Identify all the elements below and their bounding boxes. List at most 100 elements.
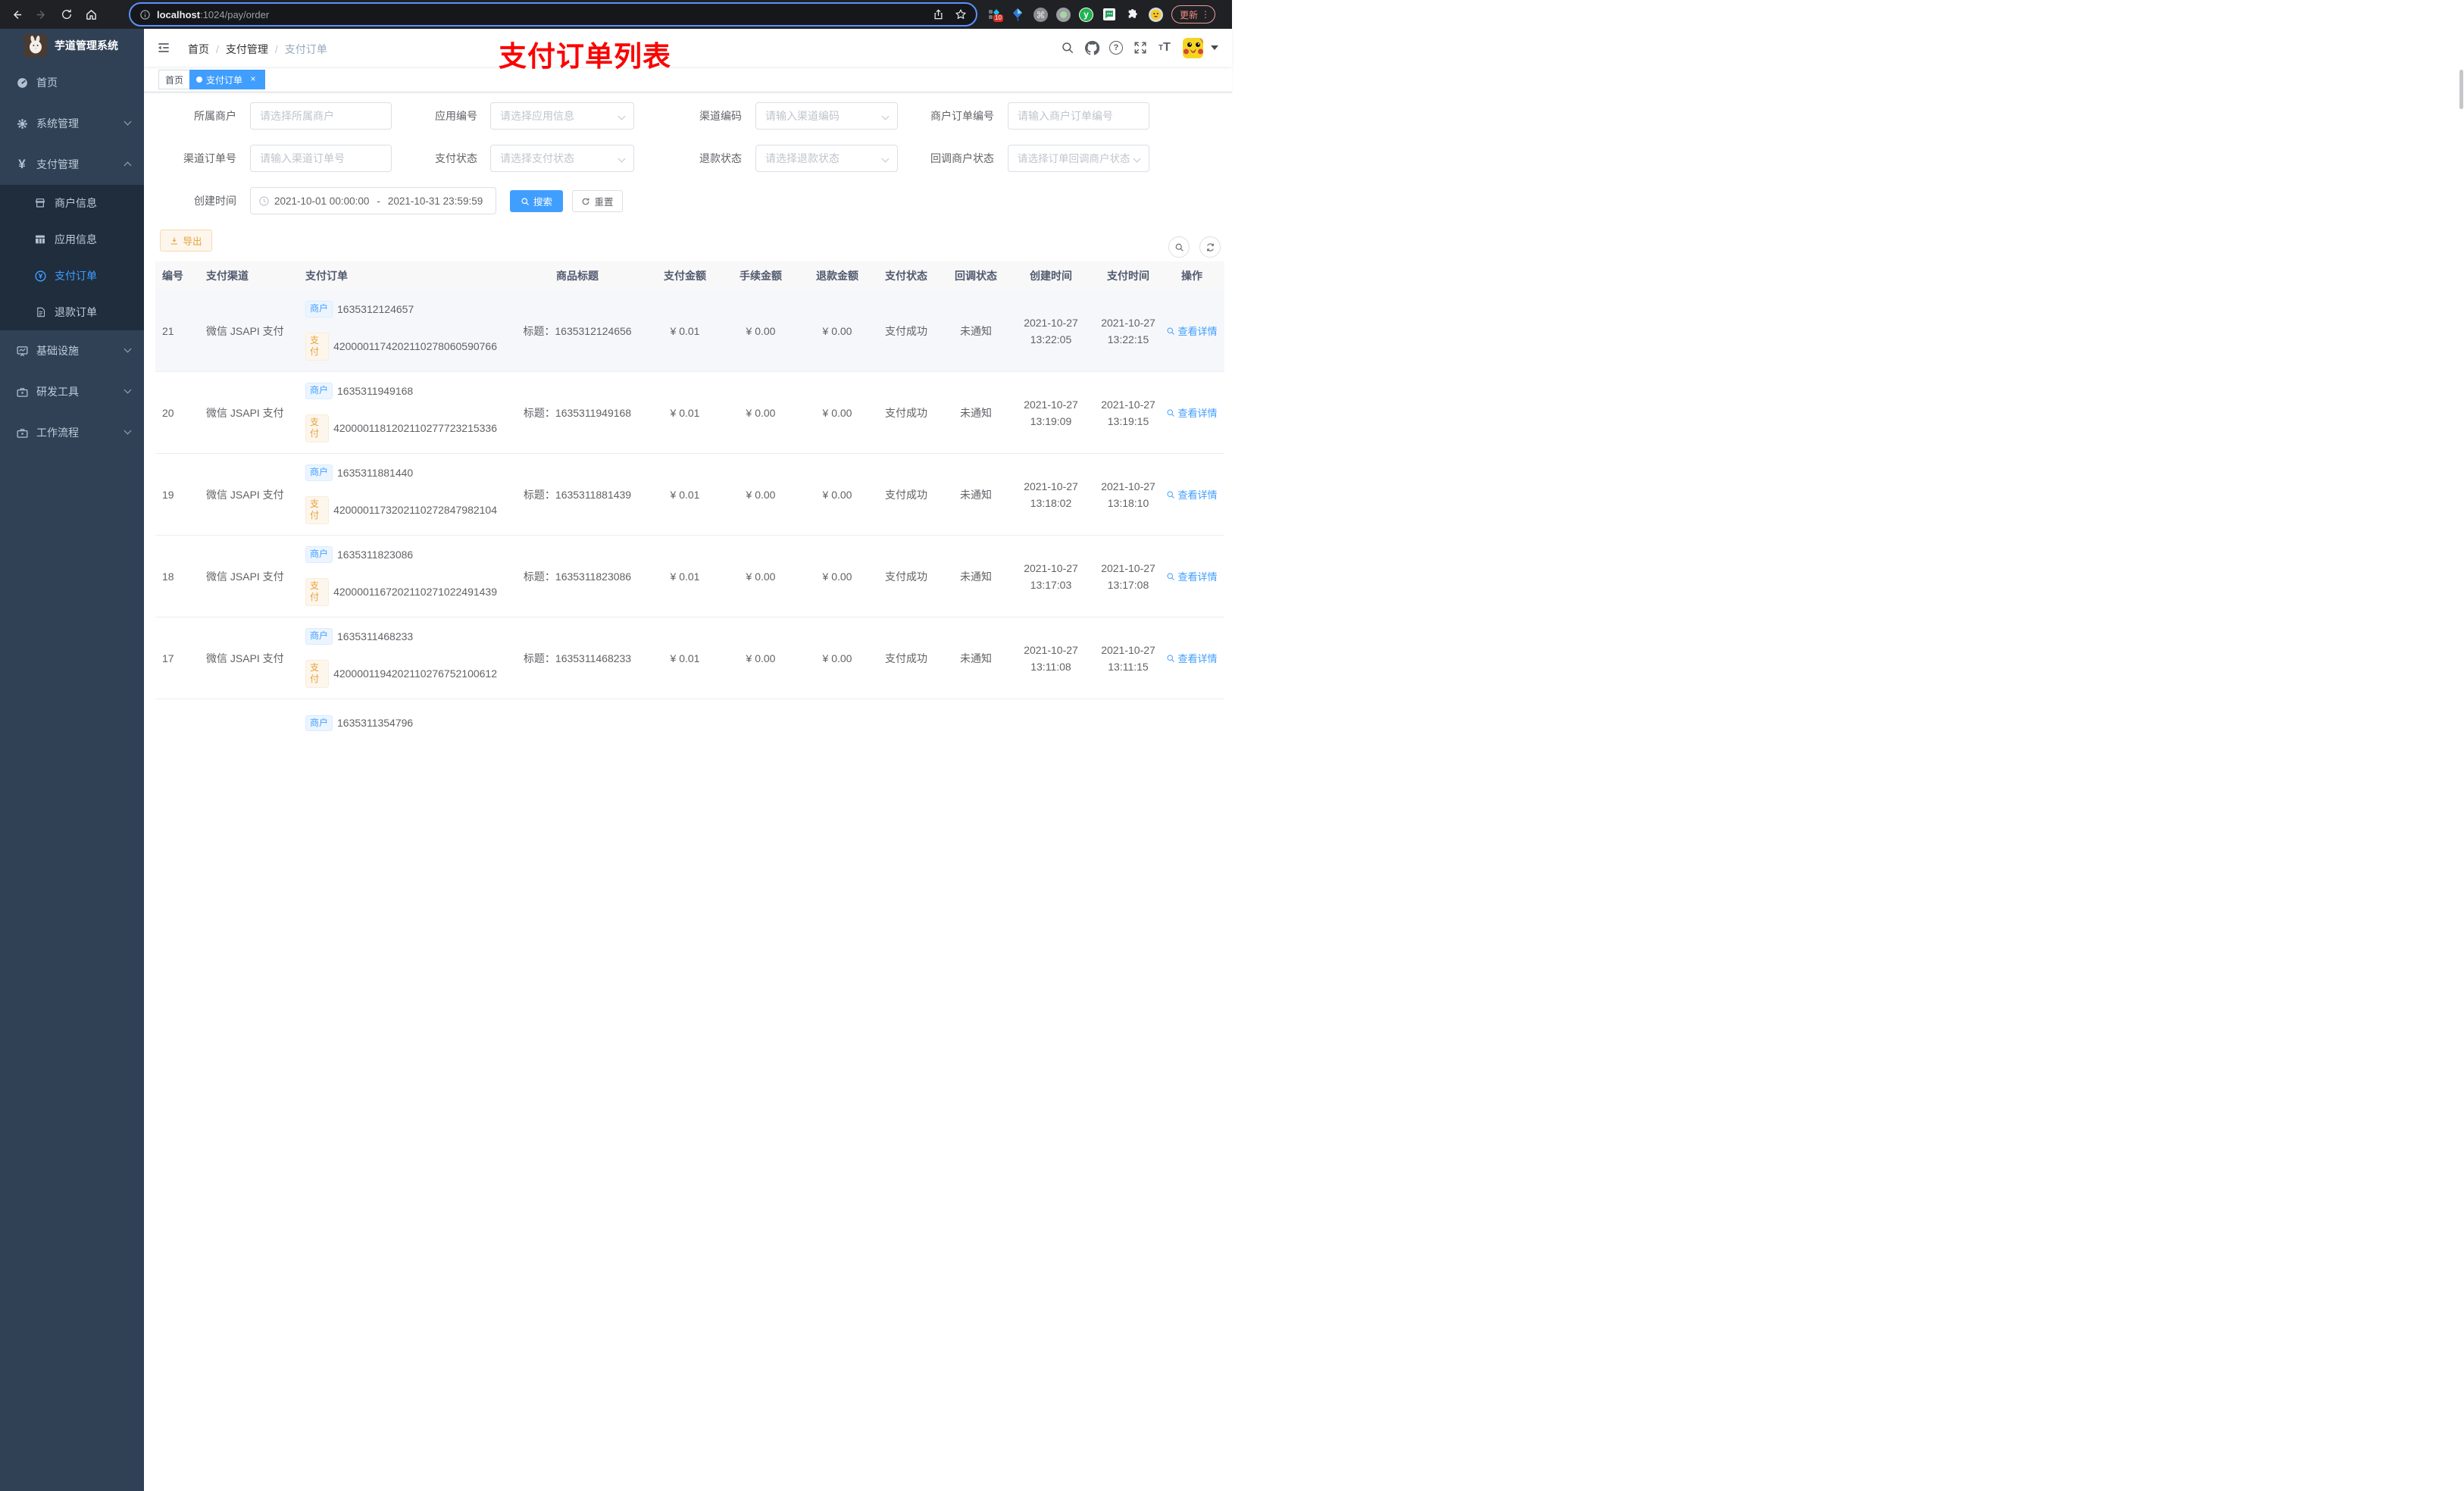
github-icon[interactable] [1080,29,1104,67]
browser-back-icon[interactable] [8,5,26,23]
cell-title: 标题：1635311881439 [523,488,632,501]
bookmark-star-icon[interactable] [955,8,967,20]
cell-fee-amount: ¥ 0.00 [746,324,776,337]
browser-update-button[interactable]: 更新 ⋮ [1171,5,1216,23]
cell-refund-amount: ¥ 0.00 [822,652,852,664]
refund-status-select[interactable] [755,145,898,172]
sidebar-item-dev-tools[interactable]: 研发工具 [0,371,144,412]
browser-home-icon[interactable] [82,5,100,23]
sidebar-item-app-info[interactable]: 应用信息 [0,221,144,258]
kite-extension-icon[interactable] [1010,7,1025,22]
sidebar-fold-icon[interactable] [156,40,171,55]
cell-fee-amount: ¥ 0.00 [746,652,776,664]
sidebar-item-pay-order[interactable]: 支付订单 [0,258,144,294]
channel-code-select[interactable] [755,102,898,130]
filter-label-merchant: 所属商户 [194,110,236,122]
avatar[interactable] [1183,37,1203,58]
view-detail-link[interactable]: 查看详情 [1166,651,1218,665]
sidebar-item-system[interactable]: 系统管理 [0,103,144,144]
dot-extension-icon[interactable] [1056,7,1071,22]
browser-forward-icon[interactable] [32,5,50,23]
cell-pay-status: 支付成功 [885,570,927,583]
sidebar-item-merchant-info[interactable]: 商户信息 [0,185,144,221]
clock-icon [258,195,270,207]
cell-refund-amount: ¥ 0.00 [822,570,852,583]
chat-extension-icon[interactable] [1102,7,1117,22]
date-separator: - [377,195,380,207]
cell-pay-time: 2021-10-27 13:11:15 [1101,643,1155,673]
close-icon[interactable]: × [248,74,258,85]
cell-pay-time: 2021-10-27 13:18:10 [1101,480,1155,509]
refresh-button[interactable] [1199,236,1221,258]
fullscreen-icon[interactable] [1128,29,1152,67]
emoji-extension-icon[interactable] [1149,7,1163,22]
cell-refund-amount: ¥ 0.00 [822,488,852,501]
active-dot [196,77,202,83]
url-text: localhost:1024/pay/order [157,8,270,20]
search-button[interactable]: 搜索 [510,190,563,212]
puzzle-extension-icon[interactable] [1125,7,1140,22]
date-range-picker[interactable]: 2021-10-01 00:00:00 - 2021-10-31 23:59:5… [250,187,496,214]
export-button[interactable]: 导出 [160,230,212,252]
breadcrumb: 首页 / 支付管理 / 支付订单 [188,42,327,57]
table-row: 21 微信 JSAPI 支付 商户 1635312124657 支付 4200001… [155,290,1224,372]
merchant-order-no-input[interactable] [1008,102,1149,130]
view-detail-link[interactable]: 查看详情 [1166,324,1218,338]
tab-home[interactable]: 首页 [158,70,191,89]
font-size-icon[interactable]: TT [1152,29,1177,67]
avatar-caret-icon[interactable] [1211,45,1218,50]
pinned-extension-icon[interactable]: 10 [987,7,1003,22]
cell-pay-status: 支付成功 [885,652,927,664]
command-extension-icon[interactable] [1033,7,1048,22]
share-icon[interactable] [933,8,944,20]
view-detail-link[interactable]: 查看详情 [1166,405,1218,420]
filter-label-refund-status: 退款状态 [699,152,742,164]
cell-pay-amount: ¥ 0.01 [670,324,700,337]
toggle-search-button[interactable] [1168,236,1190,258]
sidebar-item-home[interactable]: 首页 [0,62,144,103]
breadcrumb-home[interactable]: 首页 [188,42,209,57]
browser-menu-icon[interactable]: ⋮ [1201,9,1210,20]
table-row: 19 微信 JSAPI 支付 商户 1635311881440 支付 4200001… [155,454,1224,536]
cell-pay-amount: ¥ 0.01 [670,488,700,501]
document-icon [33,306,47,318]
pay-status-select[interactable] [490,145,634,172]
briefcase-icon [15,386,29,399]
merchant-select[interactable] [250,102,392,130]
cell-notify-status: 未通知 [960,488,992,501]
cell-pay-amount: ¥ 0.01 [670,570,700,583]
breadcrumb-pay-mgmt[interactable]: 支付管理 [226,42,268,57]
sidebar: 芋道管理系统 首页 系统管理 ¥ 支付管理 商户信息 应用信息 支付订单 退款订… [0,29,144,1491]
notify-status-select[interactable] [1008,145,1149,172]
view-detail-link[interactable]: 查看详情 [1166,569,1218,583]
gear-icon [15,117,29,130]
table-row: 20 微信 JSAPI 支付 商户 1635311949168 支付 4200001… [155,372,1224,454]
site-info-icon[interactable] [139,9,151,20]
channel-order-no-input[interactable] [250,145,392,172]
extension-row: 10 y 更新 ⋮ [987,0,1216,29]
search-icon[interactable] [1055,29,1080,67]
sidebar-item-infrastructure[interactable]: 基础设施 [0,330,144,371]
sidebar-item-payment[interactable]: ¥ 支付管理 [0,144,144,185]
app-logo[interactable]: 芋道管理系统 [0,29,144,62]
tab-pay-order[interactable]: 支付订单 × [189,70,266,89]
cell-id: 17 [162,652,174,664]
cell-order: 商户 1635311881440 支付 4200001173202110272847… [297,454,497,536]
page-scrollbar[interactable] [2459,70,2463,109]
reset-button[interactable]: 重置 [572,190,623,212]
browser-reload-icon[interactable] [58,5,76,23]
app-select[interactable] [490,102,634,130]
help-icon[interactable]: ? [1104,29,1128,67]
cell-id: 19 [162,488,174,501]
cell-notify-status: 未通知 [960,406,992,419]
cell-channel: 微信 JSAPI 支付 [206,570,284,583]
address-bar[interactable]: localhost:1024/pay/order [129,2,977,27]
sidebar-item-refund-order[interactable]: 退款订单 [0,294,144,330]
cell-order: 商户 1635311949168 支付 4200001181202110277723… [297,372,497,454]
cell-id: 18 [162,570,174,583]
view-detail-link[interactable]: 查看详情 [1166,487,1218,502]
y-extension-icon[interactable]: y [1079,7,1093,22]
dashboard-icon [15,77,29,89]
sidebar-item-workflow[interactable]: 工作流程 [0,412,144,453]
cell-fee-amount: ¥ 0.00 [746,570,776,583]
